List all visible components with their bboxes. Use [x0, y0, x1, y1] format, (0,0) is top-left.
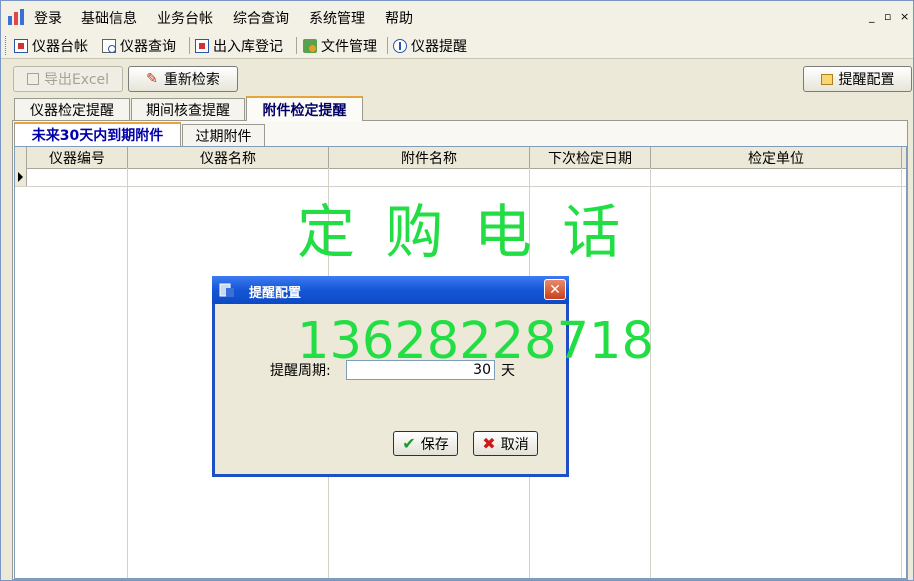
- toolbar: 仪器台帐 仪器查询 出入库登记 文件管理 仪器提醒: [1, 33, 913, 59]
- grid-row-line: [15, 186, 906, 187]
- menu-system[interactable]: 系统管理: [309, 8, 365, 28]
- menu-business-ledger[interactable]: 业务台帐: [157, 8, 213, 28]
- toolbar-ledger-label: 仪器台帐: [32, 39, 88, 55]
- app-icon: [8, 9, 24, 25]
- column-header-instrument-id[interactable]: 仪器编号: [27, 147, 128, 168]
- column-header-calibration-unit[interactable]: 检定单位: [651, 147, 902, 168]
- dialog-title-bar[interactable]: 提醒配置 ✕: [212, 276, 569, 304]
- menu-basic-info[interactable]: 基础信息: [81, 8, 137, 28]
- column-header-instrument-name[interactable]: 仪器名称: [128, 147, 329, 168]
- grid-header: 仪器编号 仪器名称 附件名称 下次检定日期 检定单位: [15, 147, 906, 169]
- export-excel-label: 导出Excel: [43, 72, 110, 88]
- research-label: 重新检索: [163, 72, 220, 88]
- export-icon: [26, 73, 39, 85]
- dialog-close-button[interactable]: ✕: [544, 279, 566, 300]
- row-indicator[interactable]: [15, 168, 27, 187]
- tab-instrument-calibration[interactable]: 仪器检定提醒: [14, 98, 130, 120]
- tab-period-check[interactable]: 期间核查提醒: [131, 98, 245, 120]
- toolbar-reminder-button[interactable]: 仪器提醒: [393, 36, 467, 56]
- save-button[interactable]: ✔ 保存: [393, 431, 458, 456]
- export-excel-button[interactable]: 导出Excel: [13, 66, 123, 92]
- ledger-icon: [14, 39, 28, 53]
- main-window: 登录 基础信息 业务台帐 综合查询 系统管理 帮助 _ ▫ × 仪器台帐 仪器查…: [0, 0, 914, 581]
- reminder-config-dialog: 提醒配置 ✕ 提醒周期: 天 ✔ 保存 ✖ 取消: [212, 276, 569, 477]
- watermark-phone-label: 定 购 电 话: [297, 198, 627, 266]
- close-icon[interactable]: ×: [900, 10, 909, 23]
- subtab-upcoming-attachments[interactable]: 未来30天内到期附件: [14, 122, 181, 146]
- cancel-button[interactable]: ✖ 取消: [473, 431, 538, 456]
- file-icon: [303, 39, 317, 53]
- subtab-expired-attachments[interactable]: 过期附件: [182, 124, 265, 146]
- toolbar-reminder-label: 仪器提醒: [411, 39, 467, 55]
- toolbar-file-label: 文件管理: [321, 39, 377, 55]
- column-header-next-calibration-date[interactable]: 下次检定日期: [530, 147, 651, 168]
- dialog-title: 提醒配置: [249, 286, 302, 301]
- reminder-config-button[interactable]: 提醒配置: [803, 66, 912, 92]
- column-header-attachment-name[interactable]: 附件名称: [329, 147, 530, 168]
- menu-query[interactable]: 综合查询: [233, 8, 289, 28]
- toolbar-query-button[interactable]: 仪器查询: [102, 36, 176, 56]
- grid-column-line: [127, 168, 128, 578]
- toolbar-separator: [296, 37, 297, 54]
- reminder-icon: [393, 39, 407, 53]
- menu-help[interactable]: 帮助: [385, 8, 413, 28]
- toolbar-separator: [387, 37, 388, 54]
- menu-login[interactable]: 登录: [34, 8, 62, 28]
- toolbar-grip[interactable]: [5, 36, 9, 55]
- toolbar-register-label: 出入库登记: [213, 39, 283, 55]
- dialog-app-icon: [219, 283, 234, 297]
- toolbar-separator: [189, 37, 190, 54]
- watermark-phone-number: 13628228718: [297, 312, 654, 371]
- toolbar-register-button[interactable]: 出入库登记: [195, 36, 283, 56]
- grid-column-line: [901, 168, 902, 578]
- toolbar-query-label: 仪器查询: [120, 39, 176, 55]
- cross-icon: ✖: [482, 434, 496, 453]
- checkmark-icon: ✔: [402, 434, 416, 453]
- refresh-icon: ✎: [146, 71, 158, 87]
- research-button[interactable]: ✎ 重新检索: [128, 66, 238, 92]
- grid-corner-cell: [15, 147, 27, 168]
- restore-icon[interactable]: ▫: [884, 10, 891, 23]
- grid-column-line: [650, 168, 651, 578]
- close-icon: ✕: [549, 281, 561, 298]
- toolbar-ledger-button[interactable]: 仪器台帐: [14, 36, 88, 56]
- toolbar-file-button[interactable]: 文件管理: [303, 36, 377, 56]
- reminder-config-label: 提醒配置: [838, 72, 895, 88]
- config-icon: [820, 73, 833, 85]
- save-label: 保存: [420, 436, 449, 453]
- minimize-icon[interactable]: _: [869, 10, 875, 23]
- tab-attachment-calibration[interactable]: 附件检定提醒: [246, 96, 363, 121]
- current-row-arrow-icon: [18, 172, 23, 182]
- menu-bar: 登录 基础信息 业务台帐 综合查询 系统管理 帮助 _ ▫ ×: [1, 1, 913, 34]
- query-icon: [102, 39, 116, 53]
- register-icon: [195, 39, 209, 53]
- cancel-label: 取消: [500, 436, 529, 453]
